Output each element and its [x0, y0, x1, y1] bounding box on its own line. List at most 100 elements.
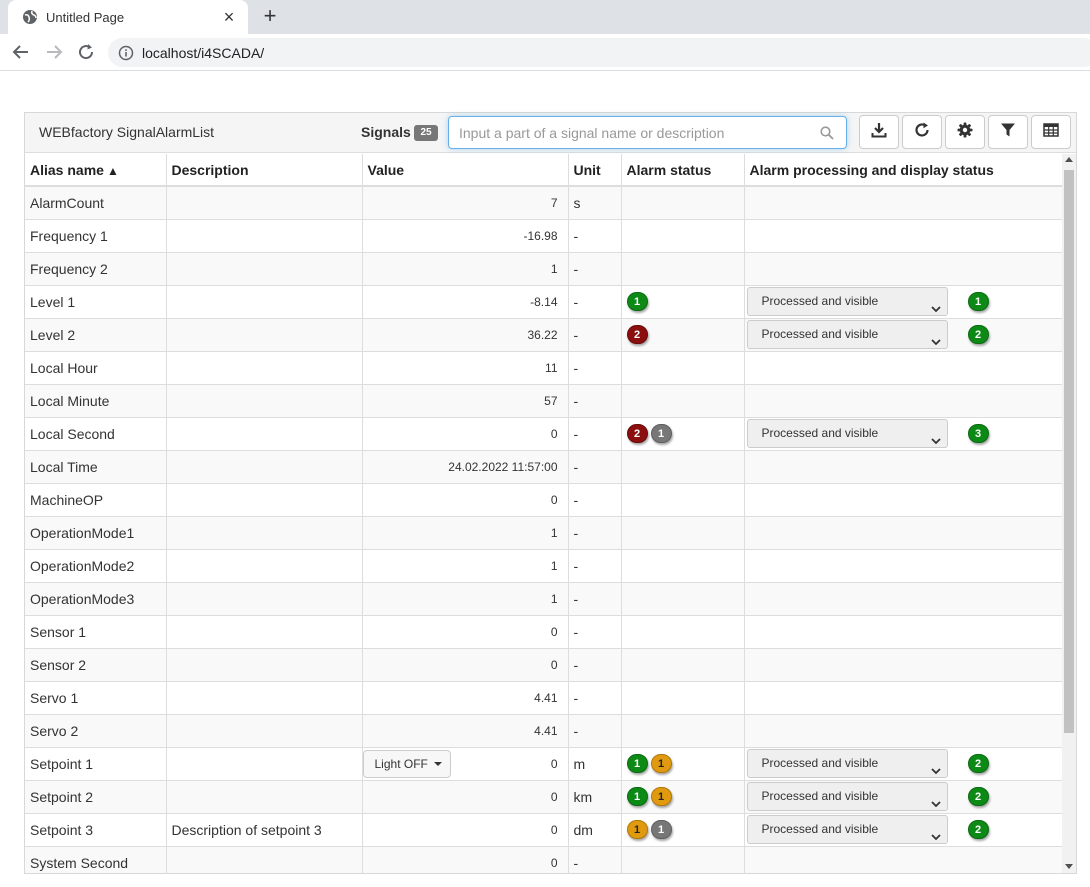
alarm-status-cell [621, 483, 745, 517]
table-row[interactable]: OperationMode2 1- [25, 549, 1062, 583]
processing-status-cell [744, 714, 1062, 748]
url-text: localhost/i4SCADA/ [142, 44, 265, 61]
processing-status-select[interactable]: Processed and visible [746, 320, 948, 349]
alarm-status-cell: 11 [621, 747, 745, 781]
processing-status-select[interactable]: Processed and visible [746, 815, 948, 844]
column-header-alias[interactable]: Alias name ▲ [25, 154, 167, 187]
processing-count-badge[interactable]: 2 [967, 820, 989, 839]
table-row[interactable]: Local Time 24.02.2022 11:57:00- [25, 450, 1062, 484]
processing-count-badge[interactable]: 1 [967, 292, 989, 311]
table-row[interactable]: Sensor 2 0- [25, 648, 1062, 682]
description-cell [166, 747, 363, 781]
vertical-scrollbar[interactable] [1062, 154, 1076, 873]
value-text: 1 [550, 591, 558, 606]
unit-cell: - [568, 351, 622, 385]
table-row[interactable]: Level 1 -8.14-1 Processed and visible 1 [25, 285, 1062, 319]
processing-status-cell [744, 846, 1062, 873]
table-row[interactable]: Servo 1 4.41- [25, 681, 1062, 715]
table-row[interactable]: AlarmCount 7 s [25, 186, 1062, 220]
new-tab-icon[interactable]: + [258, 5, 282, 29]
alarm-green-badge[interactable]: 1 [626, 754, 648, 773]
table-row[interactable]: OperationMode1 1- [25, 516, 1062, 550]
table-row[interactable]: Setpoint 2 0 km 1 1 Processed and visible 2 [25, 780, 1062, 814]
alarm-gray-badge[interactable]: 1 [650, 820, 672, 839]
table-row[interactable]: Frequency 2 1- [25, 252, 1062, 286]
alias-cell: Sensor 1 [25, 615, 167, 649]
table-row[interactable]: Servo 2 4.41- [25, 714, 1062, 748]
settings-button[interactable] [945, 115, 985, 149]
table-row[interactable]: Level 2 36.22-2 Processed and visible 2 [25, 318, 1062, 352]
processing-status-select[interactable]: Processed and visible [746, 782, 948, 811]
processing-count-badge[interactable]: 2 [967, 754, 989, 773]
column-header-description[interactable]: Description [166, 154, 363, 187]
scroll-up-arrow-icon[interactable] [1065, 157, 1073, 162]
alarm-red-badge[interactable]: 2 [626, 424, 648, 443]
value-cell: 1 [362, 582, 569, 616]
processing-status-cell: Processed and visible 2 [744, 318, 1062, 352]
light-toggle-dropdown-button[interactable]: Light OFF [362, 749, 451, 778]
processing-count-badge[interactable]: 2 [967, 787, 989, 806]
table-row[interactable]: Local Second 0-2 1 Processed and visible 3 [25, 417, 1062, 451]
value-text: -16.98 [523, 228, 558, 243]
browser-tab[interactable]: Untitled Page × [8, 0, 248, 34]
chevron-down-icon [930, 759, 941, 775]
value-cell: 0 [362, 780, 569, 814]
value-cell: 7 [362, 186, 569, 220]
reload-icon[interactable] [74, 40, 98, 64]
value-text: 0 [550, 822, 558, 837]
processing-status-cell: Processed and visible 2 [744, 813, 1062, 847]
export-button[interactable] [859, 115, 899, 149]
alarm-green-badge[interactable]: 1 [626, 292, 648, 311]
alarm-green-badge[interactable]: 1 [626, 787, 648, 806]
sort-ascending-icon[interactable]: ▲ [107, 164, 119, 178]
description-cell [166, 384, 363, 418]
alias-cell: Local Time [25, 450, 167, 484]
search-field[interactable] [448, 116, 847, 149]
alias-cell: Setpoint 3 [25, 813, 167, 847]
alarm-status-cell: 1 [621, 285, 745, 319]
download-icon [871, 122, 887, 143]
table-row[interactable]: MachineOP 0- [25, 483, 1062, 517]
table-row[interactable]: Local Minute 57- [25, 384, 1062, 418]
processing-status-cell [744, 648, 1062, 682]
close-icon[interactable]: × [220, 8, 238, 26]
table-row[interactable]: System Second 0- [25, 846, 1062, 873]
alarm-status-cell [621, 186, 745, 220]
alarm-status-cell [621, 681, 745, 715]
filter-button[interactable] [988, 115, 1028, 149]
column-header-unit[interactable]: Unit [568, 154, 622, 187]
processing-status-select[interactable]: Processed and visible [746, 419, 948, 448]
columns-button[interactable] [1031, 115, 1071, 149]
value-text: -8.14 [530, 294, 558, 309]
alarm-orange-badge[interactable]: 1 [626, 820, 648, 839]
scroll-down-arrow-icon[interactable] [1065, 864, 1073, 869]
alarm-gray-badge[interactable]: 1 [650, 424, 672, 443]
table-row[interactable]: Frequency 1 -16.98- [25, 219, 1062, 253]
alarm-orange-badge[interactable]: 1 [650, 787, 672, 806]
alarm-orange-badge[interactable]: 1 [650, 754, 672, 773]
table-row[interactable]: Sensor 1 0- [25, 615, 1062, 649]
processing-count-badge[interactable]: 3 [967, 424, 989, 443]
table-row[interactable]: Setpoint 3 Description of setpoint 3 0 dm 1 1… [25, 813, 1062, 847]
column-label: Alias name [30, 161, 104, 178]
info-icon[interactable] [118, 45, 134, 61]
processing-status-select[interactable]: Processed and visible [746, 749, 948, 778]
table-row[interactable]: Local Hour 11- [25, 351, 1062, 385]
column-header-value[interactable]: Value [362, 154, 569, 187]
forward-arrow-icon[interactable] [42, 40, 66, 64]
table-row[interactable]: OperationMode3 1- [25, 582, 1062, 616]
unit-cell: - [568, 516, 622, 550]
processing-count-badge[interactable]: 2 [967, 325, 989, 344]
alarm-red-badge[interactable]: 2 [626, 325, 648, 344]
table-icon [1043, 122, 1059, 143]
scrollbar-thumb[interactable] [1064, 170, 1074, 733]
processing-status-select[interactable]: Processed and visible [746, 287, 948, 316]
search-input[interactable] [449, 117, 809, 148]
table-row[interactable]: Setpoint 1 Light OFF 0 m 1 1 Processed and vis… [25, 747, 1062, 781]
column-header-processing-status[interactable]: Alarm processing and display status [744, 154, 1062, 187]
back-arrow-icon[interactable] [9, 40, 33, 64]
processing-status-cell [744, 483, 1062, 517]
address-bar[interactable]: localhost/i4SCADA/ [108, 38, 1090, 67]
refresh-button[interactable] [902, 115, 942, 149]
column-header-alarm-status[interactable]: Alarm status [621, 154, 745, 187]
